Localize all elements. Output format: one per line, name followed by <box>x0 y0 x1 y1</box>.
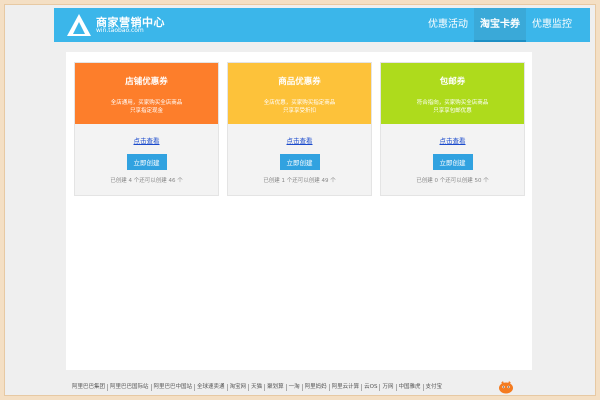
card-body: 点击查看 立即创建 已创建 1 个还可以创建 49 个 <box>228 124 371 197</box>
card-stat: 已创建 0 个还可以创建 50 个 <box>416 178 489 184</box>
nav-item-monitoring[interactable]: 优惠监控 <box>526 8 578 42</box>
card-description-line-1: 全店通用，买家购买全店商品 <box>110 100 183 106</box>
header-bar: 商家营销中心 win.taobao.com 优惠活动 淘宝卡券 优惠监控 <box>54 8 590 42</box>
card-description-line-1: 全店优惠，买家购买指定商品 <box>263 100 336 106</box>
footer-links: 阿里巴巴集团 阿里巴巴国际站 阿里巴巴中国站 全球速卖通 淘宝网 天猫 聚划算 … <box>70 382 510 392</box>
card-stat: 已创建 4 个还可以创建 46 个 <box>110 178 183 184</box>
nav-item-promotions[interactable]: 优惠活动 <box>422 8 474 42</box>
card-description-line-2: 只享指定现金 <box>129 108 163 114</box>
create-now-button[interactable]: 立即创建 <box>126 154 167 170</box>
footer-link[interactable]: 全球速卖通 <box>195 383 228 391</box>
card-stat: 已创建 1 个还可以创建 49 个 <box>263 178 336 184</box>
card-body: 点击查看 立即创建 已创建 0 个还可以创建 50 个 <box>381 124 524 197</box>
footer-link[interactable]: 中国雅虎 <box>397 383 424 391</box>
brand-subtitle: win.taobao.com <box>96 27 144 34</box>
card-header: 包邮券 符合指向，买家购买全店商品 只享享包邮优惠 <box>381 63 524 124</box>
footer-link[interactable]: 天猫 <box>249 383 266 391</box>
view-details-link[interactable]: 点击查看 <box>228 124 371 145</box>
view-details-link[interactable]: 点击查看 <box>381 124 524 145</box>
coupon-card-free-shipping: 包邮券 符合指向，买家购买全店商品 只享享包邮优惠 点击查看 立即创建 已创建 … <box>380 62 525 196</box>
main-nav: 优惠活动 淘宝卡券 优惠监控 <box>422 8 578 42</box>
main-content: 店铺优惠券 全店通用，买家购买全店商品 只享指定现金 点击查看 立即创建 已创建… <box>66 52 532 370</box>
footer-link[interactable]: 阿里巴巴国际站 <box>108 383 152 391</box>
card-body: 点击查看 立即创建 已创建 4 个还可以创建 46 个 <box>75 124 218 197</box>
nav-item-coupons[interactable]: 淘宝卡券 <box>474 8 526 42</box>
footer-link[interactable]: 一淘 <box>287 383 303 391</box>
card-title: 商品优惠券 <box>278 77 321 87</box>
card-header: 商品优惠券 全店优惠，买家购买指定商品 只享享受折扣 <box>228 63 371 124</box>
footer-link[interactable]: 支付宝 <box>424 384 445 391</box>
triangle-logo-icon <box>67 14 91 36</box>
card-title: 店铺优惠券 <box>125 77 168 87</box>
create-now-button[interactable]: 立即创建 <box>279 154 320 170</box>
footer-link[interactable]: 淘宝网 <box>228 383 250 391</box>
footer-link[interactable]: 云OS <box>362 383 381 391</box>
footer-link[interactable]: 聚划算 <box>265 383 287 391</box>
coupon-card-product: 商品优惠券 全店优惠，买家购买指定商品 只享享受折扣 点击查看 立即创建 已创建… <box>227 62 372 196</box>
footer-link[interactable]: 阿里巴巴中国站 <box>152 383 196 391</box>
card-header: 店铺优惠券 全店通用，买家购买全店商品 只享指定现金 <box>75 63 218 124</box>
card-title: 包邮券 <box>439 77 466 87</box>
card-description-line-2: 只享享受折扣 <box>282 108 316 114</box>
create-now-button[interactable]: 立即创建 <box>432 154 473 170</box>
footer-link[interactable]: 阿里巴巴集团 <box>70 383 109 391</box>
card-description-line-1: 符合指向，买家购买全店商品 <box>416 100 489 106</box>
brand-logo[interactable]: 商家营销中心 win.taobao.com <box>66 12 186 38</box>
card-description-line-2: 只享享包邮优惠 <box>433 108 472 114</box>
footer-link[interactable]: 阿里妈妈 <box>303 383 330 391</box>
footer-link[interactable]: 阿里云计算 <box>330 383 363 391</box>
footer-link[interactable]: 万网 <box>380 383 397 391</box>
taobao-mascot-icon <box>499 381 513 394</box>
coupon-card-shop: 店铺优惠券 全店通用，买家购买全店商品 只享指定现金 点击查看 立即创建 已创建… <box>74 62 219 196</box>
view-details-link[interactable]: 点击查看 <box>75 124 218 145</box>
